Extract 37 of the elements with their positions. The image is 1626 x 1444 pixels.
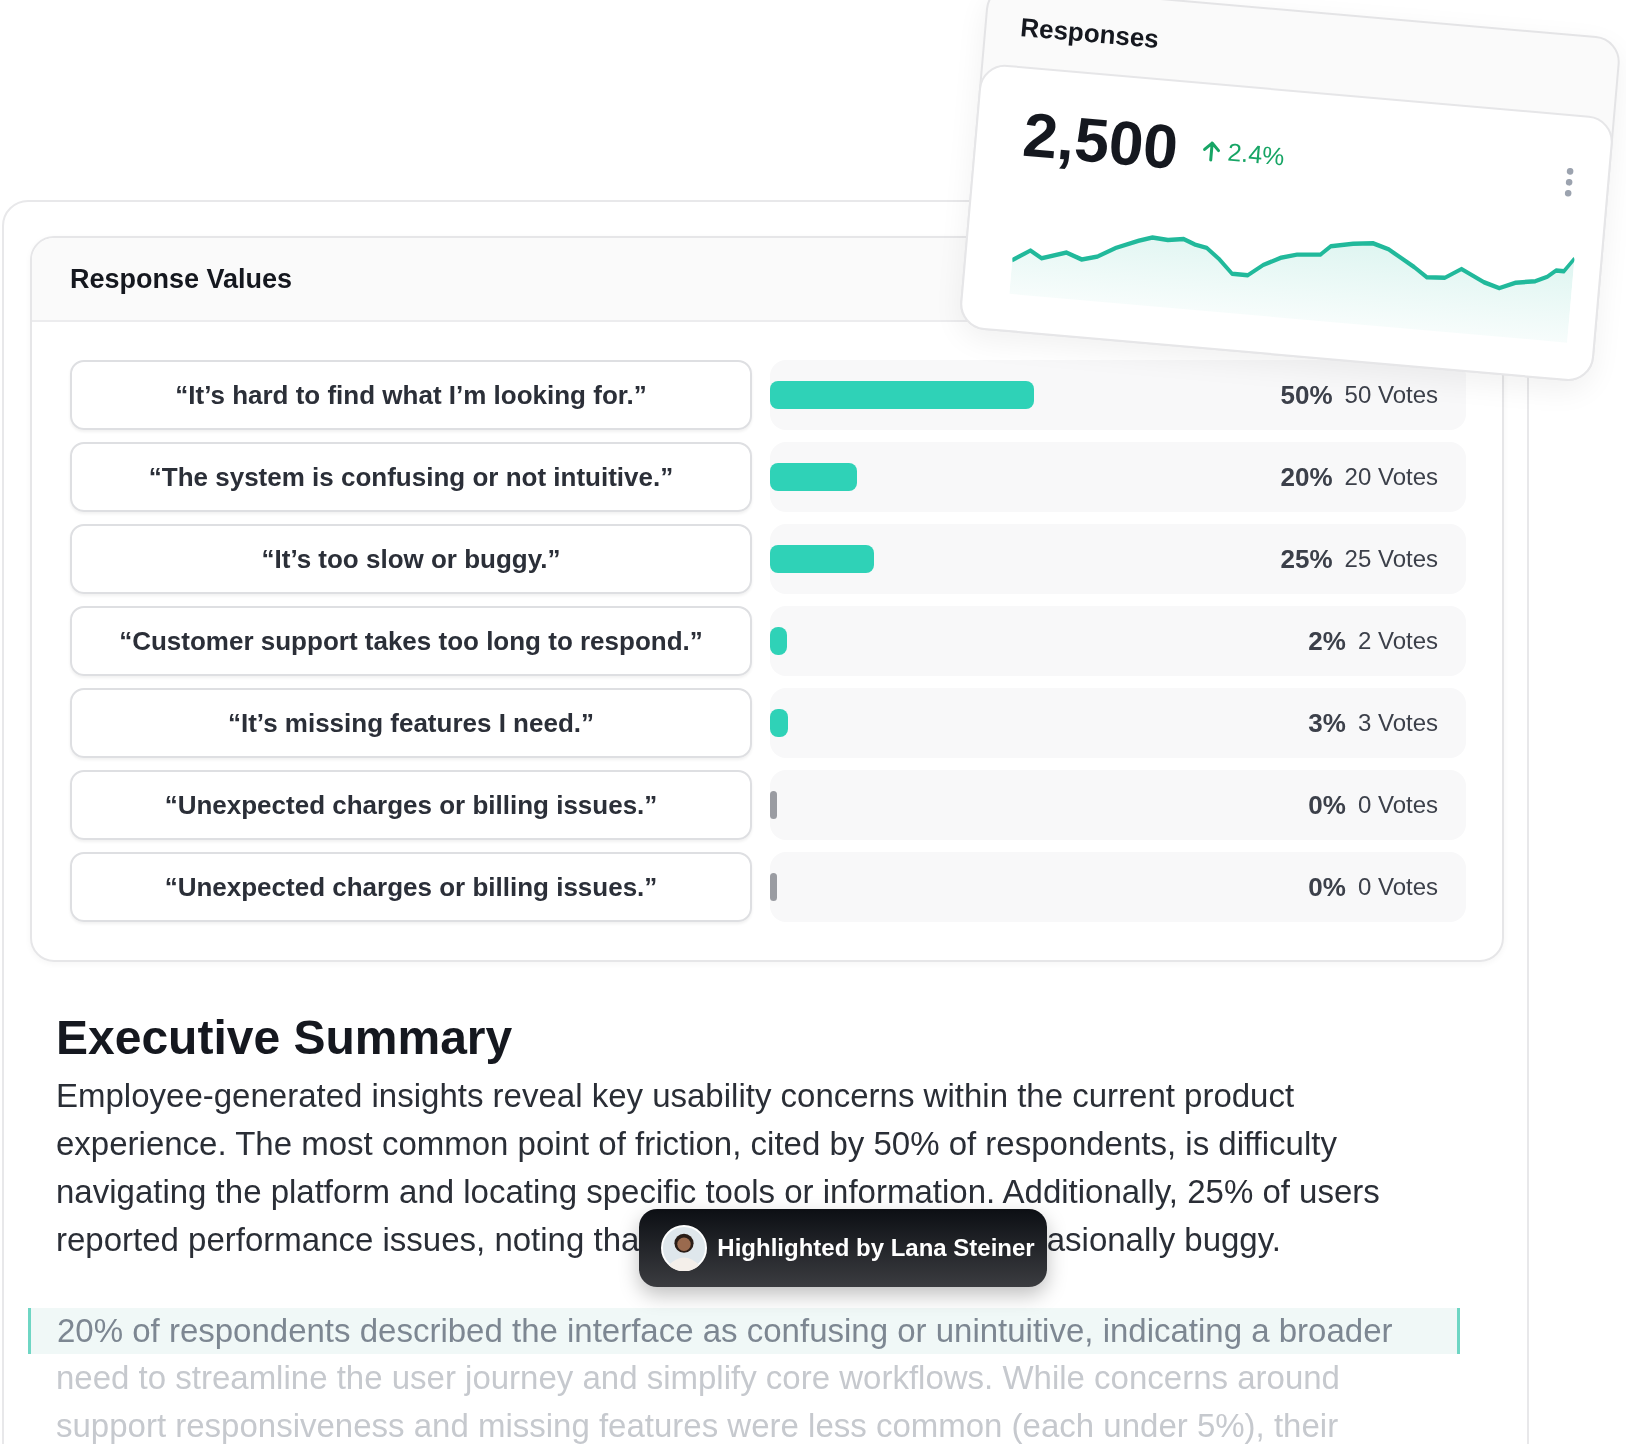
summary-line: reported performance issues, noting tha (56, 1220, 640, 1260)
answer-option: “Unexpected charges or billing issues.” (70, 852, 752, 922)
answer-option: “It’s missing features I need.” (70, 688, 752, 758)
vote-count: 3 Votes (1357, 709, 1438, 737)
percent-value: 2% (1308, 625, 1346, 657)
summary-line: asionally buggy. (1046, 1220, 1281, 1260)
vote-count: 50 Votes (1344, 381, 1438, 409)
avatar (661, 1225, 708, 1271)
percent-value: 20% (1280, 461, 1333, 493)
summary-line: Employee-generated insights reveal key usability concerns within the current product (56, 1076, 1296, 1116)
faded-text: need to streamline the user journey and simplify core workflows. While concerns around (56, 1358, 1341, 1398)
percent-value: 50% (1280, 379, 1333, 411)
vote-count: 0 Votes (1357, 791, 1438, 819)
summary-line: experience. The most common point of friction, cited by 50% of respondents, is difficulty (56, 1124, 1338, 1164)
answer-option: “The system is confusing or not intuitive.” (70, 442, 752, 512)
vote-count: 2 Votes (1357, 627, 1438, 655)
answer-option: “Unexpected charges or billing issues.” (70, 770, 752, 840)
change-value: 2.4% (1226, 137, 1286, 172)
answer-option: “Customer support takes too long to respond.” (70, 606, 752, 676)
percent-value: 0% (1308, 789, 1346, 821)
percent-value: 0% (1308, 871, 1346, 903)
answer-option: “It’s hard to find what I’m looking for.” (70, 360, 752, 430)
card-title: Response Values (70, 263, 293, 295)
percent-value: 3% (1308, 707, 1346, 739)
percent-value: 25% (1280, 543, 1333, 575)
summary-line: navigating the platform and locating specific tools or information. Additionally, 25% of users (56, 1172, 1381, 1212)
section-heading: Executive Summary (56, 1010, 514, 1066)
vote-count: 25 Votes (1344, 545, 1438, 573)
vote-count: 20 Votes (1344, 463, 1438, 491)
card-title: Responses (1019, 11, 1161, 55)
more-icon[interactable] (1563, 166, 1575, 198)
highlighted-text: 20% of respondents described the interface as confusing or unintuitive, indicating a broader (28, 1308, 1460, 1354)
vote-count: 0 Votes (1357, 873, 1438, 901)
answer-option: “It’s too slow or buggy.” (70, 524, 752, 594)
tooltip-text: Highlighted by Lana Steiner (717, 1234, 1035, 1262)
response-count: 2,500 (1020, 98, 1181, 183)
faded-text: support responsiveness and missing features were less common (each under 5%), their (56, 1406, 1340, 1444)
